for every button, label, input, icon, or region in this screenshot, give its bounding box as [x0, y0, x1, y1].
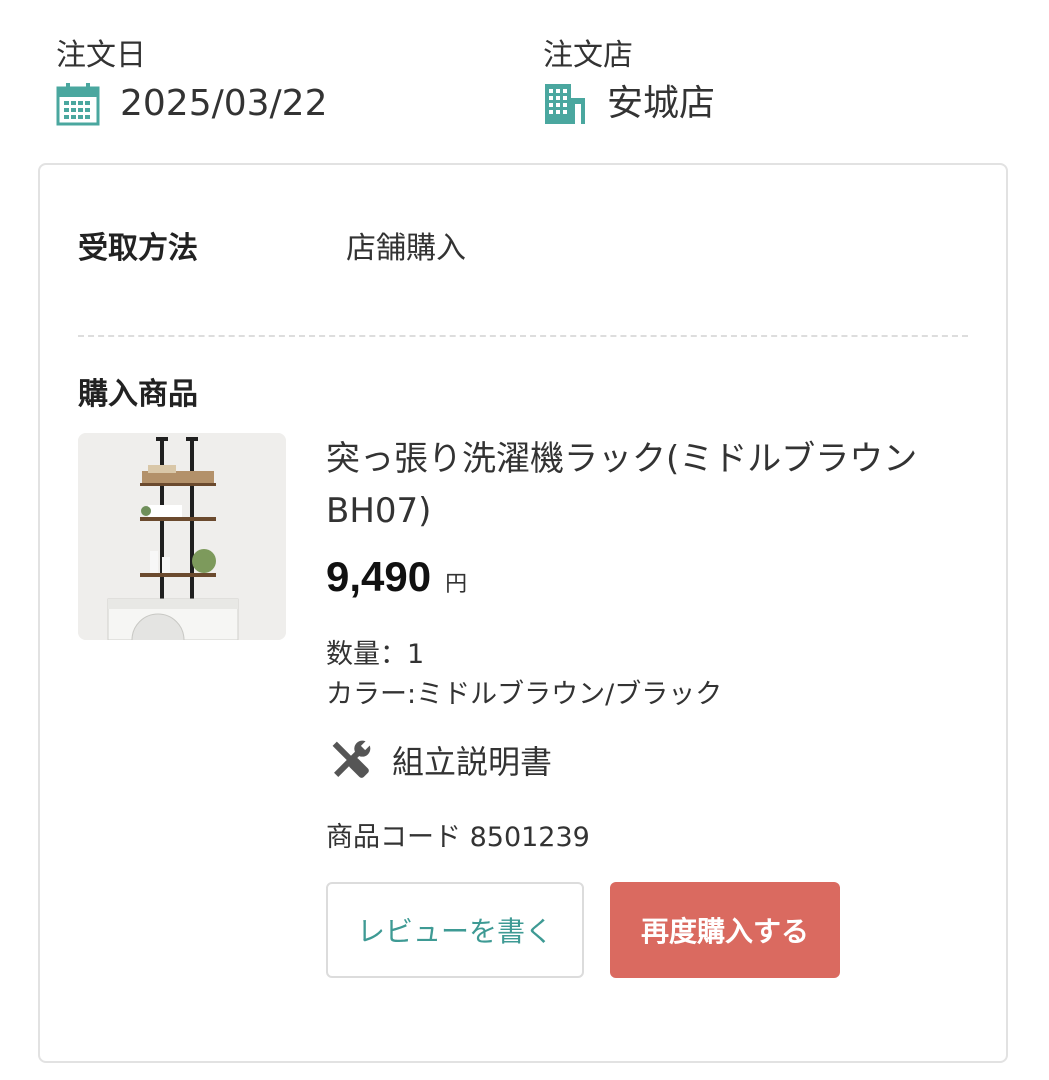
product-price: 9,490: [326, 553, 432, 600]
action-buttons: レビューを書く 再度購入する: [326, 882, 966, 978]
order-date-block: 注文日 2025/03/22: [56, 36, 328, 126]
write-review-button[interactable]: レビューを書く: [326, 882, 584, 978]
purchased-items-label: 購入商品: [78, 377, 198, 412]
product-code: 商品コード 8501239: [326, 822, 590, 853]
product-quantity: 数量：1: [326, 639, 425, 670]
order-detail-card: 受取方法 店舗購入 購入商品 突っ張り洗濯機ラック(ミドルブラウン BH07) …: [38, 163, 1008, 1063]
building-icon: [543, 82, 587, 126]
currency-unit: 円: [445, 572, 468, 597]
order-store-row: 安城店: [543, 82, 715, 126]
order-store-label: 注文店: [543, 38, 633, 73]
product-info: 突っ張り洗濯機ラック(ミドルブラウン BH07) 9,490 円 数量：1 カラ…: [326, 433, 966, 978]
order-store-value: 安城店: [607, 83, 716, 124]
order-store-block: 注文店 安城店: [543, 36, 715, 126]
order-date-value: 2025/03/22: [120, 83, 328, 124]
rebuy-button[interactable]: 再度購入する: [610, 882, 840, 978]
order-date-label: 注文日: [56, 38, 146, 73]
order-date-row: 2025/03/22: [56, 82, 328, 126]
price-row: 9,490 円: [326, 553, 966, 601]
product-image[interactable]: [78, 433, 286, 640]
pickup-method-label: 受取方法: [78, 231, 198, 266]
divider: [78, 335, 968, 337]
product-name[interactable]: 突っ張り洗濯機ラック(ミドルブラウン BH07): [326, 433, 966, 537]
assembly-manual-label: 組立説明書: [392, 743, 553, 781]
tools-icon: [326, 735, 376, 785]
assembly-manual-link[interactable]: 組立説明書: [326, 735, 966, 785]
calendar-icon: [56, 82, 100, 126]
pickup-method-value: 店舗購入: [346, 231, 466, 266]
product-color: カラー:ミドルブラウン/ブラック: [326, 679, 723, 710]
